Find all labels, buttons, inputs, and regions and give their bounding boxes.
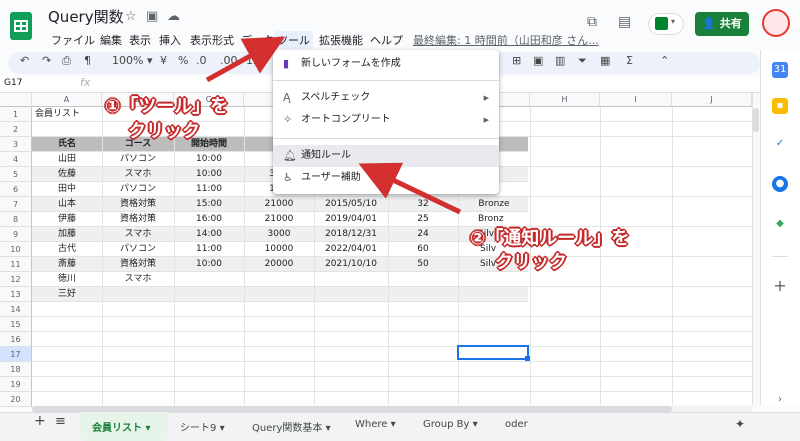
add-addon-icon[interactable]: +: [772, 278, 788, 294]
app-window: Query関数 ☆ ▣ ☁ ファイル 編集 表示 挿入 表示形式 データ ツール…: [0, 0, 800, 441]
expand-panel-icon[interactable]: ›: [772, 392, 788, 408]
arrow-to-notification-rules: [358, 162, 462, 215]
tab-dropdown-icon: ▾: [219, 423, 225, 434]
annotation-step1-line2: クリック: [128, 121, 200, 142]
calendar-icon[interactable]: 31: [772, 62, 788, 78]
tab-dropdown-icon: ▾: [325, 423, 331, 434]
side-divider: [772, 256, 788, 257]
tab-kaiin-list[interactable]: 会員リスト ▾: [92, 419, 151, 434]
tab-label: Group By: [423, 419, 470, 430]
tab-label: シート9: [180, 423, 217, 434]
annotation-step1-line1: ①「ツール」を: [105, 96, 229, 117]
tab-sheet9[interactable]: シート9 ▾: [180, 419, 225, 434]
tab-label: 会員リスト: [92, 423, 142, 434]
keep-icon[interactable]: ▪: [772, 98, 788, 114]
all-sheets-button[interactable]: ≡: [55, 414, 66, 429]
tab-oder[interactable]: oder: [505, 419, 528, 430]
tab-dropdown-icon: ▾: [145, 423, 151, 434]
arrow-to-tools-menu: [205, 36, 286, 83]
tab-group-by[interactable]: Group By ▾: [423, 419, 478, 430]
tab-query-basics[interactable]: Query関数基本 ▾: [252, 419, 331, 434]
annotation-step2-line1: ②「通知ルール」を: [470, 228, 630, 249]
tab-label: Query関数基本: [252, 423, 323, 434]
annotation-step2-line2: クリック: [495, 252, 567, 273]
tab-label: Where: [355, 419, 388, 430]
tasks-icon[interactable]: ✓: [772, 136, 788, 152]
add-sheet-button[interactable]: +: [34, 413, 46, 429]
contacts-icon[interactable]: ●: [772, 176, 788, 192]
maps-icon[interactable]: ◆: [772, 216, 788, 232]
annotation-arrows: [205, 36, 462, 215]
tab-dropdown-icon: ▾: [390, 419, 396, 430]
tab-dropdown-icon: ▾: [472, 419, 478, 430]
tab-where[interactable]: Where ▾: [355, 419, 396, 430]
explore-icon[interactable]: ✦: [735, 417, 745, 431]
